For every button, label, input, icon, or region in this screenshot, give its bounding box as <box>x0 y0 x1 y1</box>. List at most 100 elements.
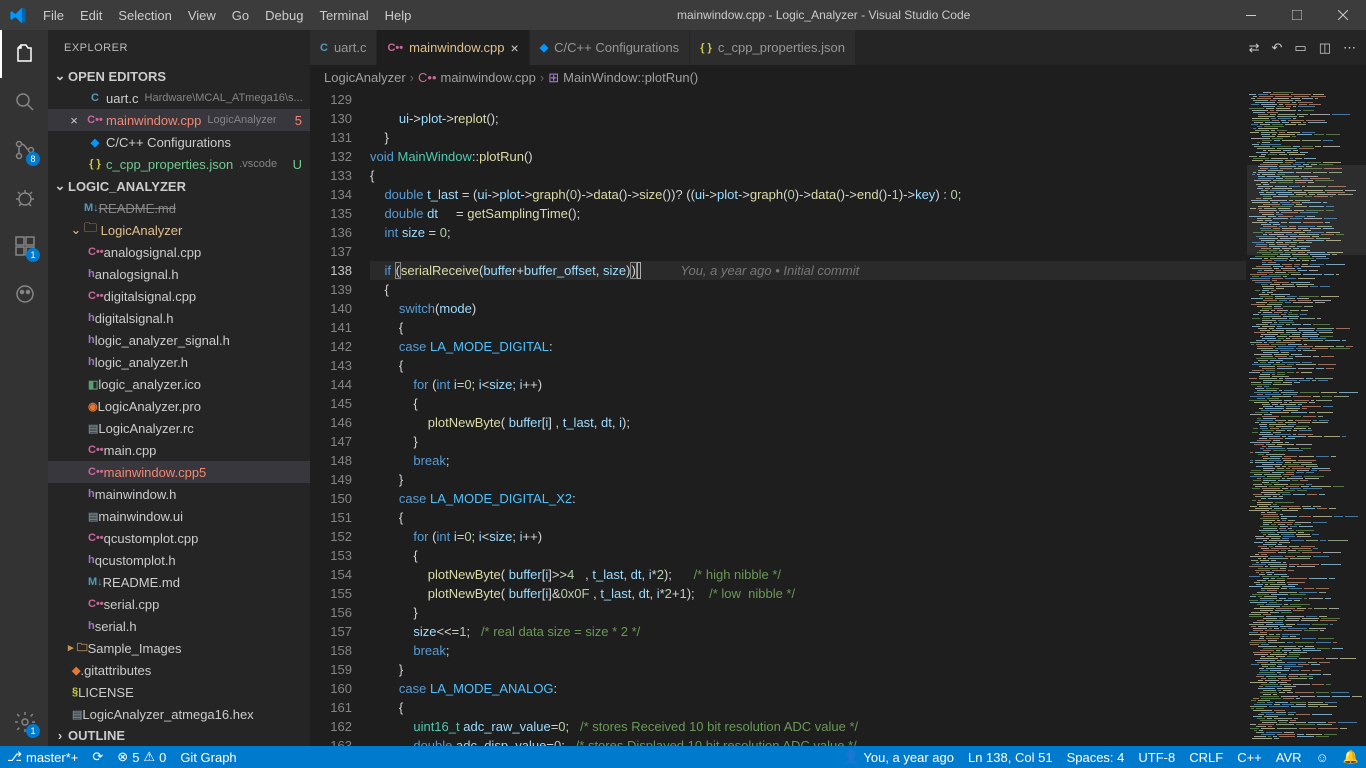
window-title: mainwindow.cpp - Logic_Analyzer - Visual… <box>419 8 1228 22</box>
editor-tab[interactable]: { }c_cpp_properties.json <box>690 30 856 65</box>
h-icon: h <box>88 554 95 566</box>
cpp-icon: C•• <box>88 444 104 456</box>
menu-bar: File Edit Selection View Go Debug Termin… <box>35 0 419 30</box>
folder-icon: ▸ 🗀 <box>68 639 88 658</box>
md-icon: M↓ <box>88 576 103 588</box>
minimap[interactable] <box>1246 90 1366 746</box>
tree-file[interactable]: C••digitalsignal.cpp <box>48 285 310 307</box>
tab-actions: ⇄ ↶ ▭ ◫ ⋯ <box>1239 30 1366 65</box>
status-language[interactable]: C++ <box>1230 746 1269 768</box>
breadcrumb-item[interactable]: LogicAnalyzer <box>324 70 406 85</box>
tree-file[interactable]: hmainwindow.h <box>48 483 310 505</box>
editor-tab[interactable]: ◆C/C++ Configurations <box>530 30 690 65</box>
editor-tab[interactable]: Cuart.c <box>310 30 377 65</box>
tree-file[interactable]: hserial.h <box>48 615 310 637</box>
pro-icon: ◉ <box>88 400 98 413</box>
activity-scm[interactable]: 8 <box>0 126 48 174</box>
tree-file[interactable]: ◧logic_analyzer.ico <box>48 373 310 395</box>
close-icon[interactable]: × <box>64 113 84 128</box>
code-editor[interactable]: 1291301311321331341351361371381391401411… <box>310 90 1366 746</box>
menu-view[interactable]: View <box>180 0 224 30</box>
menu-debug[interactable]: Debug <box>257 0 311 30</box>
scm-badge: 8 <box>26 152 40 166</box>
close-button[interactable] <box>1320 0 1366 30</box>
tree-file[interactable]: M↓README.md <box>48 571 310 593</box>
md-icon: M↓ <box>84 202 99 214</box>
tree-file[interactable]: ▤LogicAnalyzer_atmega16.hex <box>48 703 310 724</box>
open-editor-item[interactable]: { }c_cpp_properties.json.vscodeU <box>48 153 310 175</box>
maximize-button[interactable] <box>1274 0 1320 30</box>
cpp-icon: C•• <box>387 42 403 54</box>
tree-file[interactable]: ◆.gitattributes <box>48 659 310 681</box>
status-bar: ⎇master*+ ⟳ ⊗5⚠0 Git Graph 👤 You, a year… <box>0 746 1366 768</box>
status-sync[interactable]: ⟳ <box>85 746 110 768</box>
tree-folder[interactable]: ▸ 🗀Sample_Images <box>48 637 310 659</box>
status-git-graph[interactable]: Git Graph <box>173 746 243 768</box>
split-down-icon[interactable]: ▭ <box>1294 40 1306 56</box>
h-icon: h <box>88 312 95 324</box>
status-encoding[interactable]: UTF-8 <box>1131 746 1182 768</box>
tree-file[interactable]: hdigitalsignal.h <box>48 307 310 329</box>
rc-icon: ▤ <box>88 422 98 435</box>
breadcrumbs[interactable]: LogicAnalyzer› C•• mainwindow.cpp› ⊞ Mai… <box>310 65 1366 90</box>
tree-file[interactable]: C••serial.cpp <box>48 593 310 615</box>
menu-terminal[interactable]: Terminal <box>311 0 376 30</box>
json-icon: { } <box>84 158 106 170</box>
status-spaces[interactable]: Spaces: 4 <box>1060 746 1132 768</box>
workspace-header[interactable]: ⌄LOGIC_ANALYZER <box>48 175 310 197</box>
tree-file[interactable]: C••analogsignal.cpp <box>48 241 310 263</box>
tree-file[interactable]: hanalogsignal.h <box>48 263 310 285</box>
status-problems[interactable]: ⊗5⚠0 <box>110 746 173 768</box>
sidebar: EXPLORER ⌄OPEN EDITORS Cuart.cHardware\M… <box>48 30 310 746</box>
outline-header[interactable]: ›OUTLINE <box>48 724 310 746</box>
activity-platformio[interactable] <box>0 270 48 318</box>
breadcrumb-item[interactable]: MainWindow::plotRun() <box>563 70 698 85</box>
breadcrumb-item[interactable]: mainwindow.cpp <box>441 70 536 85</box>
settings-badge: 1 <box>26 724 40 738</box>
tree-file[interactable]: C••mainwindow.cpp5 <box>48 461 310 483</box>
status-feedback[interactable]: ☺ <box>1309 746 1336 768</box>
tree-file[interactable]: C••qcustomplot.cpp <box>48 527 310 549</box>
more-icon[interactable]: ⋯ <box>1343 40 1356 56</box>
menu-file[interactable]: File <box>35 0 72 30</box>
tree-file[interactable]: M↓README.md <box>48 197 310 219</box>
tree-file[interactable]: ▤LogicAnalyzer.rc <box>48 417 310 439</box>
status-eol[interactable]: CRLF <box>1182 746 1230 768</box>
activity-settings[interactable]: 1 <box>0 698 48 746</box>
tree-file[interactable]: ◉LogicAnalyzer.pro <box>48 395 310 417</box>
compare-icon[interactable]: ⇄ <box>1249 40 1260 56</box>
tree-file[interactable]: hqcustomplot.h <box>48 549 310 571</box>
tab-close-icon[interactable]: × <box>511 40 519 56</box>
menu-edit[interactable]: Edit <box>72 0 110 30</box>
cpp-icon: C•• <box>88 466 104 478</box>
status-branch[interactable]: ⎇master*+ <box>0 746 85 768</box>
branch-icon: ⎇ <box>7 749 22 765</box>
menu-selection[interactable]: Selection <box>110 0 179 30</box>
activity-explorer[interactable] <box>0 30 48 78</box>
vscode-logo <box>0 7 35 24</box>
open-editor-item[interactable]: ×C••mainwindow.cppLogicAnalyzer5 <box>48 109 310 131</box>
status-bell[interactable]: 🔔 <box>1336 746 1366 768</box>
status-blame[interactable]: 👤 You, a year ago <box>836 746 961 768</box>
minimize-button[interactable] <box>1228 0 1274 30</box>
tree-file[interactable]: hlogic_analyzer.h <box>48 351 310 373</box>
menu-help[interactable]: Help <box>377 0 420 30</box>
editor-tab[interactable]: C••mainwindow.cpp× <box>377 30 529 65</box>
sidebar-title: EXPLORER <box>48 30 310 65</box>
activity-extensions[interactable]: 1 <box>0 222 48 270</box>
revert-icon[interactable]: ↶ <box>1272 40 1283 56</box>
tree-file[interactable]: C••main.cpp <box>48 439 310 461</box>
tree-file[interactable]: hlogic_analyzer_signal.h <box>48 329 310 351</box>
split-right-icon[interactable]: ◫ <box>1319 40 1331 56</box>
tree-folder[interactable]: ⌄🗀 LogicAnalyzer <box>48 219 310 241</box>
tree-file[interactable]: ▤mainwindow.ui <box>48 505 310 527</box>
activity-search[interactable] <box>0 78 48 126</box>
open-editors-header[interactable]: ⌄OPEN EDITORS <box>48 65 310 87</box>
activity-debug[interactable] <box>0 174 48 222</box>
tree-file[interactable]: §LICENSE <box>48 681 310 703</box>
status-target[interactable]: AVR <box>1269 746 1309 768</box>
status-position[interactable]: Ln 138, Col 51 <box>961 746 1060 768</box>
open-editor-item[interactable]: ◆C/C++ Configurations <box>48 131 310 153</box>
menu-go[interactable]: Go <box>224 0 257 30</box>
open-editor-item[interactable]: Cuart.cHardware\MCAL_ATmega16\s... <box>48 87 310 109</box>
